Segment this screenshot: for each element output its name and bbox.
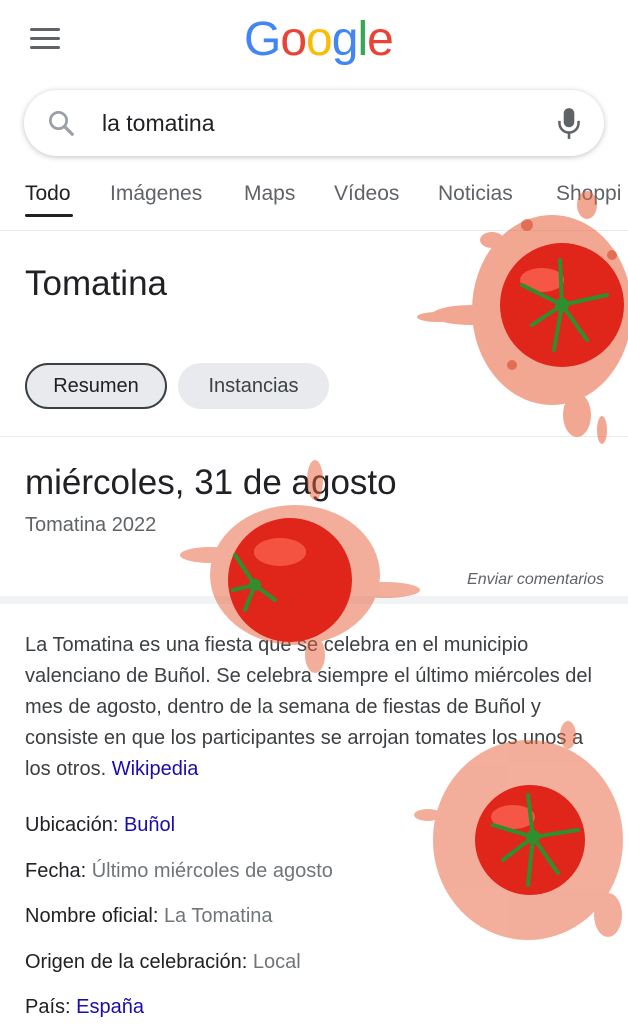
google-logo[interactable]: Google — [244, 12, 394, 67]
fact-value: La Tomatina — [163, 905, 273, 927]
fact-date: Fecha: Último miércoles de agosto — [25, 860, 333, 883]
microphone-icon[interactable] — [556, 106, 582, 140]
search-box[interactable]: la tomatina — [24, 90, 604, 156]
fact-location: Ubicación: Buñol — [25, 814, 175, 837]
chips-divider — [0, 436, 628, 437]
fact-label: Ubicación: — [25, 814, 124, 836]
tab-all[interactable]: Todo — [25, 182, 71, 206]
hamburger-menu-icon[interactable] — [30, 28, 60, 50]
chip-instances[interactable]: Instancias — [178, 363, 329, 409]
search-tabs: Todo Imágenes Maps Vídeos Noticias Shopp… — [0, 168, 628, 222]
fact-label: Nombre oficial: — [25, 905, 164, 927]
fact-label: País: — [25, 996, 77, 1018]
logo-letter: e — [367, 13, 394, 66]
fact-origin: Origen de la celebración: Local — [25, 951, 301, 974]
active-tab-indicator — [25, 214, 73, 217]
event-subtitle: Tomatina 2022 — [25, 514, 157, 536]
tab-videos[interactable]: Vídeos — [334, 182, 399, 206]
logo-letter: l — [357, 13, 368, 66]
fact-label: Origen de la celebración: — [25, 951, 253, 973]
tab-shopping[interactable]: Shoppi — [556, 182, 621, 206]
fact-official-name: Nombre oficial: La Tomatina — [25, 905, 273, 928]
logo-letter: g — [331, 13, 359, 66]
tab-images[interactable]: Imágenes — [110, 182, 202, 206]
tab-maps[interactable]: Maps — [244, 182, 295, 206]
tabs-divider — [0, 230, 628, 231]
search-input[interactable]: la tomatina — [102, 110, 215, 137]
panel-title: Tomatina — [25, 264, 168, 303]
fact-country: País: España — [25, 996, 144, 1019]
tab-news[interactable]: Noticias — [438, 182, 513, 206]
description-text: La Tomatina es una fiesta que se celebra… — [25, 634, 592, 780]
section-divider — [0, 596, 628, 604]
fact-label: Fecha: — [25, 860, 92, 882]
logo-letter: o — [306, 13, 333, 66]
search-icon[interactable] — [46, 108, 76, 138]
chip-summary[interactable]: Resumen — [25, 363, 167, 409]
wikipedia-link[interactable]: Wikipedia — [112, 758, 199, 780]
country-link[interactable]: España — [76, 996, 144, 1018]
description: La Tomatina es una fiesta que se celebra… — [25, 630, 610, 785]
logo-letter: o — [280, 13, 307, 66]
event-date: miércoles, 31 de agosto — [25, 463, 397, 502]
top-bar: Google — [0, 0, 628, 80]
fact-value: Último miércoles de agosto — [91, 860, 333, 882]
location-link[interactable]: Buñol — [124, 814, 175, 836]
feedback-link[interactable]: Enviar comentarios — [467, 571, 604, 589]
fact-value: Local — [252, 951, 301, 973]
logo-letter: G — [244, 13, 281, 66]
